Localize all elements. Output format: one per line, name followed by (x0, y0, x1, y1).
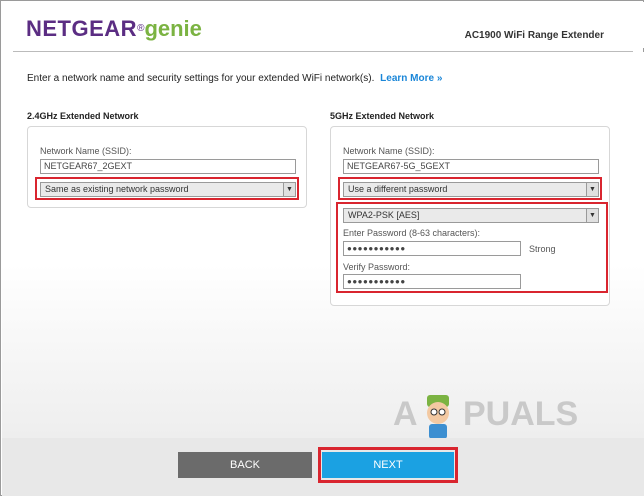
watermark-right: PUALS (463, 395, 579, 433)
watermark-left: A (393, 395, 418, 433)
band-5-security-highlight (336, 202, 608, 293)
band-24-password-highlight (35, 177, 299, 200)
brand-name: NETGEAR (26, 16, 138, 41)
genie-name: genie (144, 16, 202, 41)
intro-message: Enter a network name and security settin… (27, 73, 375, 84)
band-5-ssid-input[interactable]: NETGEAR67-5G_5GEXT (343, 159, 599, 174)
intro-text: Enter a network name and security settin… (27, 73, 442, 84)
band-5-password-highlight (338, 177, 602, 200)
next-button-highlight (318, 447, 458, 483)
learn-more-link[interactable]: Learn More » (380, 73, 442, 84)
router-setup-window: NETGEAR®genie AC1900 WiFi Range Extender… (0, 0, 644, 496)
main-content: Enter a network name and security settin… (2, 52, 644, 438)
header: NETGEAR®genie AC1900 WiFi Range Extender (2, 2, 644, 48)
mascot-icon (427, 395, 449, 439)
product-name: AC1900 WiFi Range Extender (464, 30, 604, 41)
appuals-watermark: A PUALS (393, 393, 603, 443)
band-5-ssid-label: Network Name (SSID): (343, 146, 435, 156)
netgear-genie-logo: NETGEAR®genie (26, 17, 202, 41)
band-24-ssid-input[interactable]: NETGEAR67_2GEXT (40, 159, 296, 174)
back-button[interactable]: BACK (178, 452, 312, 478)
band-24-ssid-label: Network Name (SSID): (40, 146, 132, 156)
footer-bar: BACK NEXT (2, 438, 644, 496)
band-24-title: 2.4GHz Extended Network (27, 111, 139, 121)
band-5-title: 5GHz Extended Network (330, 111, 435, 121)
